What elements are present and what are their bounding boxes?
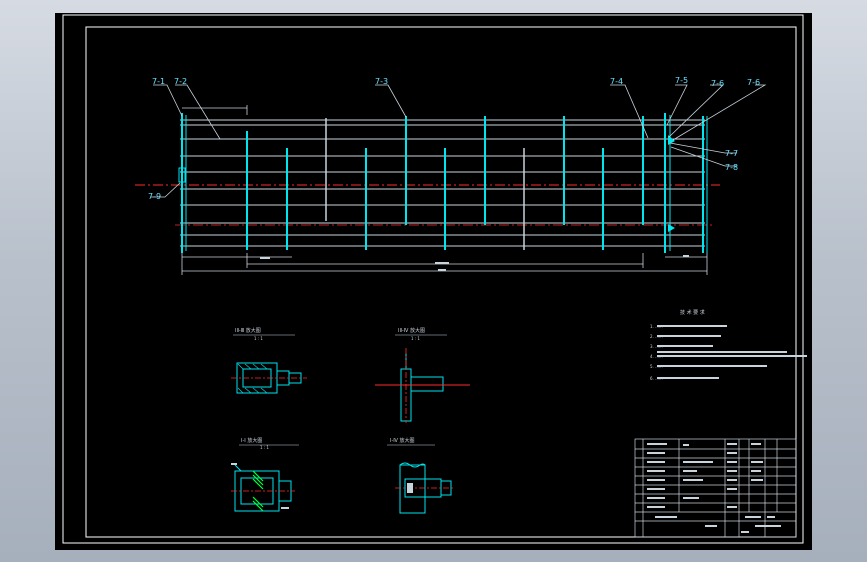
outer-frame [62,14,804,544]
section-view-4-title: Ⅰ-Ⅳ 放大图 [390,437,414,444]
callout-7-4: 7-4 [610,77,623,86]
callout-7-6a: 7-6 [711,79,724,88]
section-view-3: Ⅰ-Ⅰ 放大图 1 : 1 [231,437,299,512]
section-view-3-title: Ⅰ-Ⅰ 放大图 [241,437,262,444]
section-view-1-scale: 1 : 1 [254,336,263,341]
section-view-1-title: ⅠⅡ-Ⅲ 放大图 [235,327,261,334]
callout-7-6b: 7-6 [747,78,760,87]
cad-drawing: 7-1 7-2 7-3 7-4 7-5 7-6 7-6 7-7 7-8 7-9 … [62,14,807,544]
callout-7-5: 7-5 [675,76,688,85]
title-block-text [647,443,781,533]
section-view-4: Ⅰ-Ⅳ 放大图 [387,437,455,514]
cad-viewport[interactable]: 7-1 7-2 7-3 7-4 7-5 7-6 7-6 7-7 7-8 7-9 … [55,13,812,550]
section-view-2-scale: 1 : 1 [411,336,420,341]
callout-7-9: 7-9 [148,192,161,201]
main-view [135,105,720,275]
section-view-2-title: ⅠⅡ-Ⅳ 放大图 [398,327,425,334]
notes-text-strokes [657,325,807,379]
horizontal-rods [180,119,705,247]
technical-notes: 技 术 要 求 1. ...... 2. ...... 3. ...... 4.… [650,309,807,381]
callout-7-3: 7-3 [375,77,388,86]
section-view-1: ⅠⅡ-Ⅲ 放大图 1 : 1 [231,327,307,394]
callout-7-1: 7-1 [152,77,165,86]
callout-7-8: 7-8 [725,163,738,172]
section-view-3-scale: 1 : 1 [260,445,269,450]
inner-frame [85,26,797,538]
callout-7-2: 7-2 [174,77,187,86]
callout-7-7: 7-7 [725,149,738,158]
notes-title: 技 术 要 求 [680,309,705,316]
section-view-2: ⅠⅡ-Ⅳ 放大图 1 : 1 [375,327,470,423]
